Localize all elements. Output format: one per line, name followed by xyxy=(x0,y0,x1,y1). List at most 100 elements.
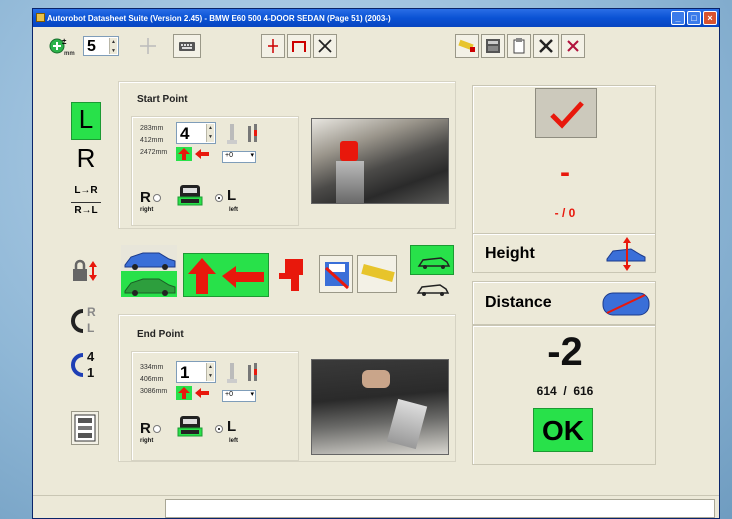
photo-bracket xyxy=(386,398,428,450)
right-side-button[interactable]: R xyxy=(71,142,101,178)
gauge-icon xyxy=(248,124,257,142)
gauge-icon xyxy=(248,363,257,381)
probe-icon xyxy=(227,124,237,144)
tolerance-stepper[interactable]: 5 ▲ ▼ xyxy=(83,36,119,56)
tolerance-value: 5 xyxy=(87,38,96,55)
center-point-button[interactable] xyxy=(261,34,285,58)
distance-result-panel: -2 614 / 616 OK xyxy=(472,325,656,465)
car-outline-2-icon xyxy=(416,284,450,296)
red-up-arrow-icon xyxy=(178,387,190,399)
swap-points-button[interactable]: 4 1 xyxy=(71,349,103,389)
start-measure-x: 283mm xyxy=(140,125,164,132)
exit-icon xyxy=(567,40,579,52)
crosshair-disabled-icon[interactable] xyxy=(135,34,161,58)
left-side-label: L xyxy=(78,104,94,134)
copy-left-to-right-button[interactable]: L→R xyxy=(71,185,101,203)
start-left-radio[interactable] xyxy=(215,194,223,202)
lock-height-button[interactable] xyxy=(69,257,103,287)
ok-status-badge: OK xyxy=(533,408,593,452)
print-tape-button[interactable] xyxy=(455,34,479,58)
swap-sides-button[interactable]: R L xyxy=(71,305,103,345)
start-point-number: 4 xyxy=(180,124,190,143)
fixture-button[interactable] xyxy=(273,253,309,297)
tape-measure-large-icon xyxy=(361,264,395,282)
end-stepper-arrows[interactable]: ▲ ▼ xyxy=(206,363,214,381)
height-result-panel: - - / 0 xyxy=(472,85,656,239)
car-outline-icon xyxy=(417,257,451,269)
center-point-icon xyxy=(268,39,278,53)
red-up-arrow-icon xyxy=(178,148,190,160)
end-point-photo xyxy=(311,359,449,455)
direction-arrows-button[interactable] xyxy=(183,253,269,297)
lift-view-button[interactable] xyxy=(71,411,99,445)
end-up-arrow-button[interactable] xyxy=(176,386,192,400)
end-measure-y: 406mm xyxy=(140,376,164,383)
start-offset-select[interactable]: +0 xyxy=(222,151,256,163)
end-offset-select[interactable]: +0 xyxy=(222,390,256,402)
start-right-sub: right xyxy=(140,207,154,213)
datasheet-icon xyxy=(486,39,500,53)
left-side-button[interactable]: L xyxy=(71,102,101,140)
end-right-sub: right xyxy=(140,438,154,444)
svg-text:±: ± xyxy=(62,37,67,46)
start-car-rear-icon xyxy=(176,179,204,211)
end-point-panel: End Point 334mm 406mm 3086mm 1 ▲▼ +0 R xyxy=(118,314,456,462)
copy-right-to-left-button[interactable]: R→L xyxy=(71,205,101,223)
distance-value: -2 xyxy=(547,330,583,374)
datasheet-button[interactable] xyxy=(481,34,505,58)
minimize-button[interactable]: _ xyxy=(671,11,685,25)
end-right-radio[interactable] xyxy=(153,425,161,433)
save-datasheet-button[interactable] xyxy=(319,255,353,293)
car-view-2-button[interactable] xyxy=(410,275,454,305)
distance-car-icon xyxy=(602,292,650,316)
height-label-bar: Height xyxy=(472,233,656,273)
start-stepper-arrows[interactable]: ▲ ▼ xyxy=(206,124,214,142)
end-probe-disabled[interactable] xyxy=(224,361,240,387)
tools-button[interactable] xyxy=(533,34,559,58)
start-point-number-stepper[interactable]: 4 ▲ ▼ xyxy=(176,122,216,144)
diagonal-measure-icon xyxy=(318,39,332,53)
start-point-photo xyxy=(311,118,449,204)
fixture-icon xyxy=(279,259,303,291)
end-point-number: 1 xyxy=(180,363,190,382)
confirm-button[interactable] xyxy=(535,88,597,138)
width-measure-button[interactable] xyxy=(287,34,311,58)
title-bar[interactable]: Autorobot Datasheet Suite (Version 2.45)… xyxy=(33,9,719,27)
status-message-field[interactable] xyxy=(165,499,715,518)
red-left-arrow-icon xyxy=(195,388,209,398)
clipboard-icon xyxy=(513,38,525,54)
start-left-label: L xyxy=(227,187,237,204)
status-bar xyxy=(33,495,719,518)
end-left-arrow-button[interactable] xyxy=(194,386,210,400)
up-left-arrows-icon xyxy=(188,258,264,294)
start-left-sub: left xyxy=(229,207,238,213)
start-right-radio[interactable] xyxy=(153,194,161,202)
keyboard-button[interactable] xyxy=(173,34,201,58)
car-view-1-button[interactable] xyxy=(410,245,454,275)
end-gauge-button[interactable] xyxy=(245,361,261,387)
end-measure-x: 334mm xyxy=(140,364,164,371)
start-left-arrow-button[interactable] xyxy=(194,147,210,161)
swap-top-letter: R xyxy=(87,305,96,319)
start-up-arrow-button[interactable] xyxy=(176,147,192,161)
vehicle-view-button[interactable] xyxy=(121,245,177,297)
diagonal-measure-button[interactable] xyxy=(313,34,337,58)
tape-measure-icon xyxy=(458,39,475,52)
end-left-label: L xyxy=(227,418,237,435)
exit-button[interactable] xyxy=(561,34,585,58)
swap-number-top: 4 xyxy=(87,349,95,364)
tools-icon xyxy=(539,39,553,53)
start-gauge-button[interactable] xyxy=(245,122,261,148)
start-probe-disabled[interactable] xyxy=(224,122,240,148)
tape-measure-button[interactable] xyxy=(357,255,397,293)
right-side-label: R xyxy=(76,143,96,173)
clipboard-button[interactable] xyxy=(507,34,531,58)
close-button[interactable]: × xyxy=(703,11,717,25)
end-point-number-stepper[interactable]: 1 ▲ ▼ xyxy=(176,361,216,383)
height-car-icon xyxy=(606,237,646,271)
photo-red-marker xyxy=(340,141,358,161)
end-left-radio[interactable] xyxy=(215,425,223,433)
end-point-title: End Point xyxy=(137,329,184,340)
stepper-arrows[interactable]: ▲ ▼ xyxy=(109,38,117,54)
maximize-button[interactable]: □ xyxy=(687,11,701,25)
